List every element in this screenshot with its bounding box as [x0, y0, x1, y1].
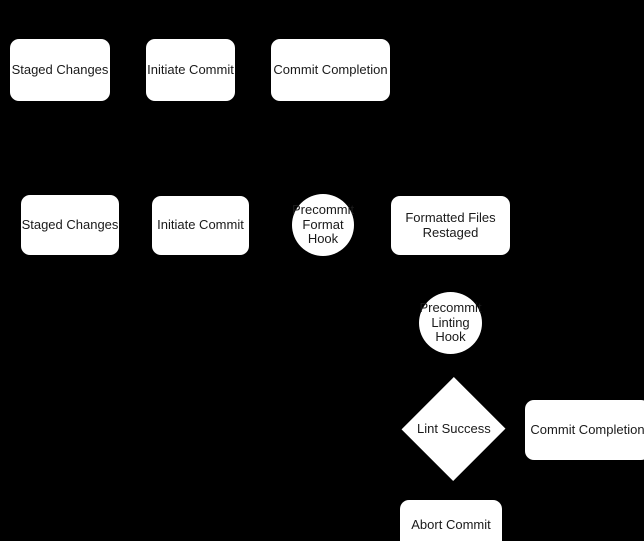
node-staged-changes-row2[interactable]: Staged Changes	[21, 195, 119, 255]
node-label: Precommit Linting Hook	[419, 299, 482, 346]
node-label-line: Hook	[307, 231, 339, 247]
node-precommit-format-hook[interactable]: Precommit Format Hook	[292, 194, 354, 256]
node-staged-changes-row1[interactable]: Staged Changes	[10, 39, 110, 101]
node-label-line: Precommit	[419, 299, 482, 315]
node-label-line: Restaged	[422, 224, 479, 240]
node-label: Lint Success	[417, 420, 491, 436]
node-label: Staged Changes	[21, 216, 119, 232]
node-label-line: Linting	[431, 314, 470, 330]
node-label-line: Precommit	[292, 201, 355, 217]
node-label: Commit Completion	[530, 421, 644, 437]
node-label-line: Hook	[435, 329, 466, 345]
node-label: Initiate Commit	[157, 217, 244, 233]
node-label: Abort Commit	[411, 516, 491, 532]
node-initiate-commit-row1[interactable]: Initiate Commit	[146, 39, 235, 101]
node-label: Precommit Format Hook	[292, 201, 355, 248]
node-formatted-files-restaged[interactable]: Formatted Files Restaged	[391, 196, 510, 255]
node-label: Initiate Commit	[147, 61, 234, 77]
node-label-line: Format	[302, 216, 344, 232]
node-label: Commit Completion	[273, 61, 388, 77]
node-initiate-commit-row2[interactable]: Initiate Commit	[152, 196, 249, 255]
node-label: Staged Changes	[11, 61, 109, 77]
diagram-canvas: Staged Changes Initiate Commit Commit Co…	[0, 0, 644, 541]
node-commit-completion-row4[interactable]: Commit Completion	[525, 400, 644, 460]
node-lint-success-decision[interactable]: Lint Success	[401, 377, 506, 481]
node-label-line: Formatted Files	[405, 210, 496, 226]
node-abort-commit[interactable]: Abort Commit	[400, 500, 502, 541]
node-commit-completion-row1[interactable]: Commit Completion	[271, 39, 390, 101]
node-precommit-linting-hook[interactable]: Precommit Linting Hook	[419, 292, 482, 354]
node-label: Formatted Files Restaged	[391, 211, 510, 239]
